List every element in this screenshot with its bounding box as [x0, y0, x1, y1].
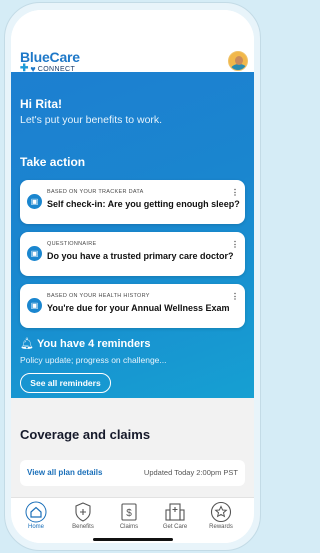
take-action-title: Take action — [20, 155, 86, 169]
avatar-body — [231, 64, 247, 70]
clipboard-icon: ▣ — [27, 298, 42, 313]
reminders-subtitle: Policy update; progress on challenge... — [20, 355, 167, 365]
shield-plus-icon — [75, 502, 91, 522]
app-logo[interactable]: BlueCare ✚ ♥ CONNECT — [20, 49, 80, 74]
card-title: Do you have a trusted primary care docto… — [47, 251, 234, 261]
app-screen: BlueCare ✚ ♥ CONNECT Hi Rita! Let's put … — [11, 10, 254, 543]
logo-wordmark: BlueCare — [20, 49, 80, 65]
more-vertical-icon[interactable]: ⋮ — [231, 188, 239, 197]
tab-label: Get Care — [162, 524, 188, 530]
reminders-title: 🔔︎ You have 4 reminders — [20, 337, 150, 350]
greeting: Hi Rita! — [20, 97, 62, 111]
plan-details-bar: View all plan details Updated Today 2:00… — [20, 460, 245, 486]
card-eyebrow: BASED ON YOUR HEALTH HISTORY — [47, 293, 150, 299]
action-card[interactable]: ▣ BASED ON YOUR TRACKER DATA Self check-… — [20, 180, 245, 224]
tab-rewards[interactable]: Rewards — [198, 501, 244, 530]
card-title: Self check-in: Are you getting enough sl… — [47, 199, 240, 209]
bottom-tab-bar: Home Benefits $ Claims Get Care Rewards — [11, 497, 254, 543]
card-eyebrow: BASED ON YOUR TRACKER DATA — [47, 189, 144, 195]
tab-label: Benefits — [72, 524, 94, 530]
dollar-doc-icon: $ — [121, 503, 137, 521]
hero-panel: Hi Rita! Let's put your benefits to work… — [11, 72, 254, 398]
more-vertical-icon[interactable]: ⋮ — [231, 240, 239, 249]
tab-label: Rewards — [209, 524, 233, 530]
reminders-title-text: You have 4 reminders — [36, 338, 151, 350]
tab-label: Home — [27, 524, 44, 530]
tab-benefits[interactable]: Benefits — [60, 501, 106, 530]
home-icon — [25, 501, 47, 523]
updated-timestamp: Updated Today 2:00pm PST — [143, 468, 238, 477]
tab-label: Claims — [119, 524, 139, 530]
more-vertical-icon[interactable]: ⋮ — [231, 292, 239, 301]
clipboard-icon: ▣ — [27, 246, 42, 261]
top-bar: BlueCare ✚ ♥ CONNECT — [11, 10, 254, 74]
home-indicator[interactable] — [92, 538, 173, 541]
bell-icon: 🔔︎ — [20, 338, 34, 350]
action-card[interactable]: ▣ BASED ON YOUR HEALTH HISTORY You're du… — [20, 284, 245, 328]
card-eyebrow: QUESTIONNAIRE — [47, 241, 97, 247]
tab-claims[interactable]: $ Claims — [106, 501, 152, 530]
card-title: You're due for your Annual Wellness Exam — [47, 303, 230, 313]
coverage-title: Coverage and claims — [20, 427, 151, 442]
svg-text:$: $ — [126, 508, 132, 519]
greeting-subtitle: Let's put your benefits to work. — [20, 114, 163, 126]
hospital-icon — [165, 503, 185, 521]
tab-home[interactable]: Home — [13, 501, 59, 530]
star-badge-icon — [210, 501, 232, 523]
see-all-reminders-button[interactable]: See all reminders — [20, 373, 111, 393]
clipboard-icon: ▣ — [27, 194, 42, 209]
avatar-face — [235, 56, 243, 65]
tab-get-care[interactable]: Get Care — [152, 501, 198, 530]
view-plan-details-link[interactable]: View all plan details — [27, 468, 102, 477]
avatar[interactable] — [228, 51, 248, 71]
action-card[interactable]: ▣ QUESTIONNAIRE Do you have a trusted pr… — [20, 232, 245, 276]
phone-frame: BlueCare ✚ ♥ CONNECT Hi Rita! Let's put … — [4, 2, 261, 551]
